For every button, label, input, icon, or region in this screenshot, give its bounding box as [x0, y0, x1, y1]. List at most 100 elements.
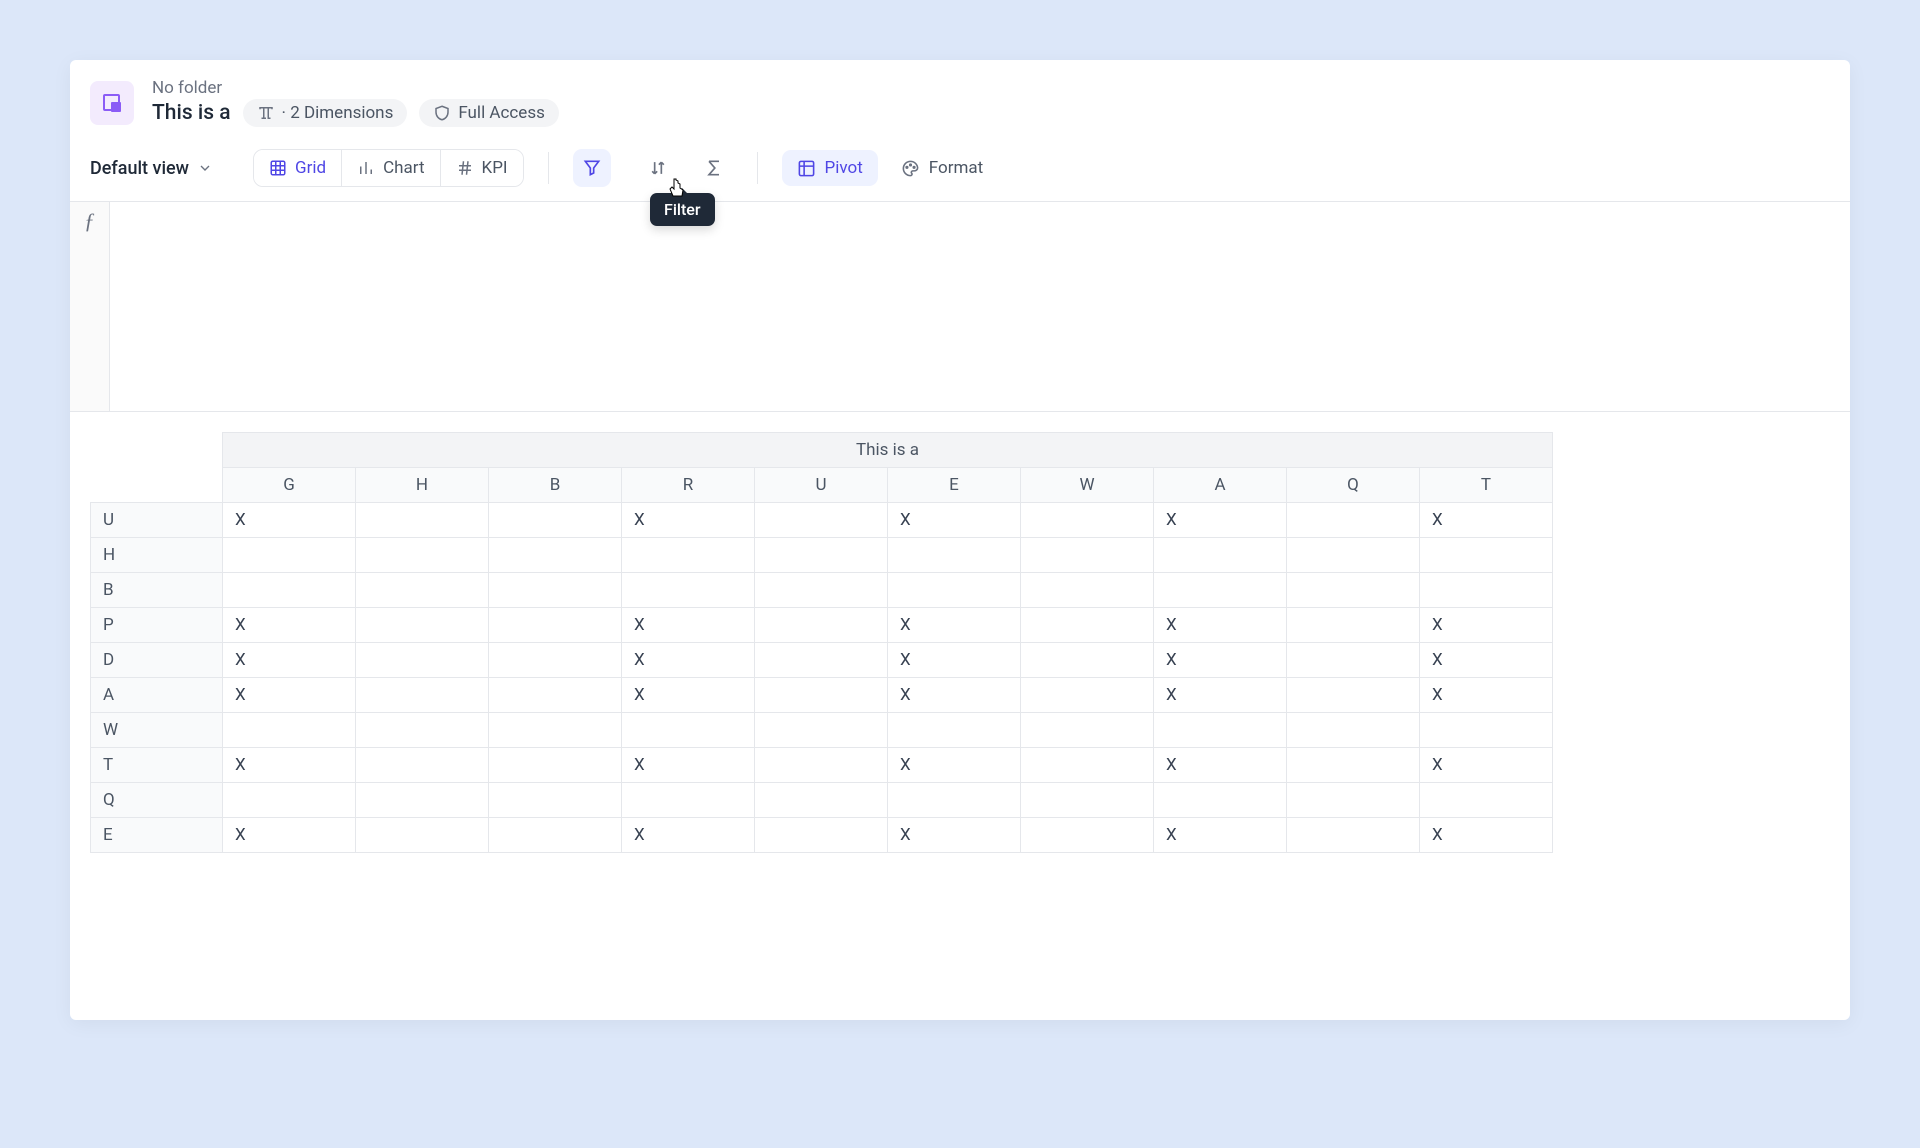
data-cell[interactable] [1287, 818, 1420, 853]
data-cell[interactable] [1021, 818, 1154, 853]
data-cell[interactable] [356, 573, 489, 608]
data-cell[interactable] [755, 608, 888, 643]
data-cell[interactable] [888, 783, 1021, 818]
data-cell[interactable] [1021, 503, 1154, 538]
data-cell[interactable] [1154, 573, 1287, 608]
data-cell[interactable]: X [223, 818, 356, 853]
data-cell[interactable] [755, 503, 888, 538]
data-cell[interactable] [1287, 783, 1420, 818]
format-button[interactable]: Format [886, 150, 998, 186]
column-header[interactable]: Q [1287, 468, 1420, 503]
data-cell[interactable]: X [1154, 818, 1287, 853]
data-cell[interactable] [1021, 783, 1154, 818]
column-header[interactable]: W [1021, 468, 1154, 503]
data-cell[interactable] [356, 678, 489, 713]
data-cell[interactable] [356, 643, 489, 678]
filter-button[interactable] [573, 149, 611, 187]
page-title[interactable]: This is a [152, 101, 231, 125]
data-cell[interactable] [489, 748, 622, 783]
data-cell[interactable] [1287, 713, 1420, 748]
kpi-view-button[interactable]: KPI [441, 150, 523, 186]
data-cell[interactable] [356, 713, 489, 748]
data-cell[interactable] [1021, 748, 1154, 783]
data-cell[interactable] [223, 573, 356, 608]
data-cell[interactable] [1154, 538, 1287, 573]
data-cell[interactable] [356, 818, 489, 853]
data-cell[interactable] [356, 608, 489, 643]
data-cell[interactable]: X [888, 748, 1021, 783]
data-cell[interactable] [356, 748, 489, 783]
data-cell[interactable]: X [1420, 748, 1553, 783]
row-header[interactable]: Q [91, 783, 223, 818]
data-cell[interactable] [356, 783, 489, 818]
data-cell[interactable]: X [223, 608, 356, 643]
data-cell[interactable] [755, 748, 888, 783]
column-header[interactable]: R [622, 468, 755, 503]
data-cell[interactable]: X [888, 678, 1021, 713]
data-cell[interactable]: X [888, 818, 1021, 853]
data-cell[interactable] [1287, 643, 1420, 678]
data-cell[interactable] [1021, 643, 1154, 678]
data-cell[interactable] [1021, 713, 1154, 748]
data-cell[interactable]: X [888, 503, 1021, 538]
data-cell[interactable] [1287, 678, 1420, 713]
data-cell[interactable] [223, 713, 356, 748]
data-cell[interactable] [1021, 573, 1154, 608]
row-header[interactable]: D [91, 643, 223, 678]
data-cell[interactable]: X [223, 503, 356, 538]
data-cell[interactable]: X [622, 818, 755, 853]
data-cell[interactable] [1420, 573, 1553, 608]
data-cell[interactable]: X [888, 608, 1021, 643]
data-cell[interactable]: X [1154, 643, 1287, 678]
data-cell[interactable]: X [622, 608, 755, 643]
data-cell[interactable]: X [622, 503, 755, 538]
data-cell[interactable] [1021, 608, 1154, 643]
data-cell[interactable] [1287, 503, 1420, 538]
view-selector[interactable]: Default view [90, 158, 253, 179]
data-cell[interactable] [755, 783, 888, 818]
data-cell[interactable] [1021, 678, 1154, 713]
data-cell[interactable] [622, 713, 755, 748]
column-header[interactable]: B [489, 468, 622, 503]
data-cell[interactable] [622, 538, 755, 573]
data-cell[interactable] [489, 538, 622, 573]
data-cell[interactable] [1021, 538, 1154, 573]
pivot-table[interactable]: This is a GHBRUEWAQT UXXXXXHBPXXXXXDXXXX… [90, 432, 1553, 853]
data-cell[interactable] [223, 783, 356, 818]
grid-view-button[interactable]: Grid [254, 150, 342, 186]
data-cell[interactable] [489, 783, 622, 818]
data-cell[interactable] [755, 573, 888, 608]
data-cell[interactable]: X [1420, 678, 1553, 713]
data-cell[interactable]: X [223, 748, 356, 783]
column-header[interactable]: T [1420, 468, 1553, 503]
pivot-button[interactable]: Pivot [782, 150, 878, 186]
data-cell[interactable] [489, 608, 622, 643]
data-cell[interactable]: X [622, 748, 755, 783]
data-cell[interactable]: X [1154, 608, 1287, 643]
data-cell[interactable] [755, 713, 888, 748]
data-cell[interactable] [356, 503, 489, 538]
data-cell[interactable] [489, 503, 622, 538]
data-cell[interactable] [622, 573, 755, 608]
dimensions-badge[interactable]: · 2 Dimensions [243, 99, 408, 127]
data-cell[interactable]: X [1154, 503, 1287, 538]
row-header[interactable]: W [91, 713, 223, 748]
data-cell[interactable] [755, 678, 888, 713]
data-cell[interactable] [888, 713, 1021, 748]
data-cell[interactable] [489, 713, 622, 748]
data-cell[interactable]: X [1420, 643, 1553, 678]
data-cell[interactable]: X [888, 643, 1021, 678]
row-header[interactable]: A [91, 678, 223, 713]
chart-view-button[interactable]: Chart [342, 150, 440, 186]
data-cell[interactable]: X [223, 643, 356, 678]
data-cell[interactable] [489, 573, 622, 608]
data-cell[interactable]: X [1420, 818, 1553, 853]
data-cell[interactable] [755, 538, 888, 573]
data-cell[interactable]: X [622, 643, 755, 678]
data-cell[interactable] [489, 678, 622, 713]
data-cell[interactable]: X [1420, 608, 1553, 643]
data-cell[interactable]: X [1154, 748, 1287, 783]
data-cell[interactable] [1420, 538, 1553, 573]
data-cell[interactable] [356, 538, 489, 573]
data-cell[interactable] [888, 538, 1021, 573]
